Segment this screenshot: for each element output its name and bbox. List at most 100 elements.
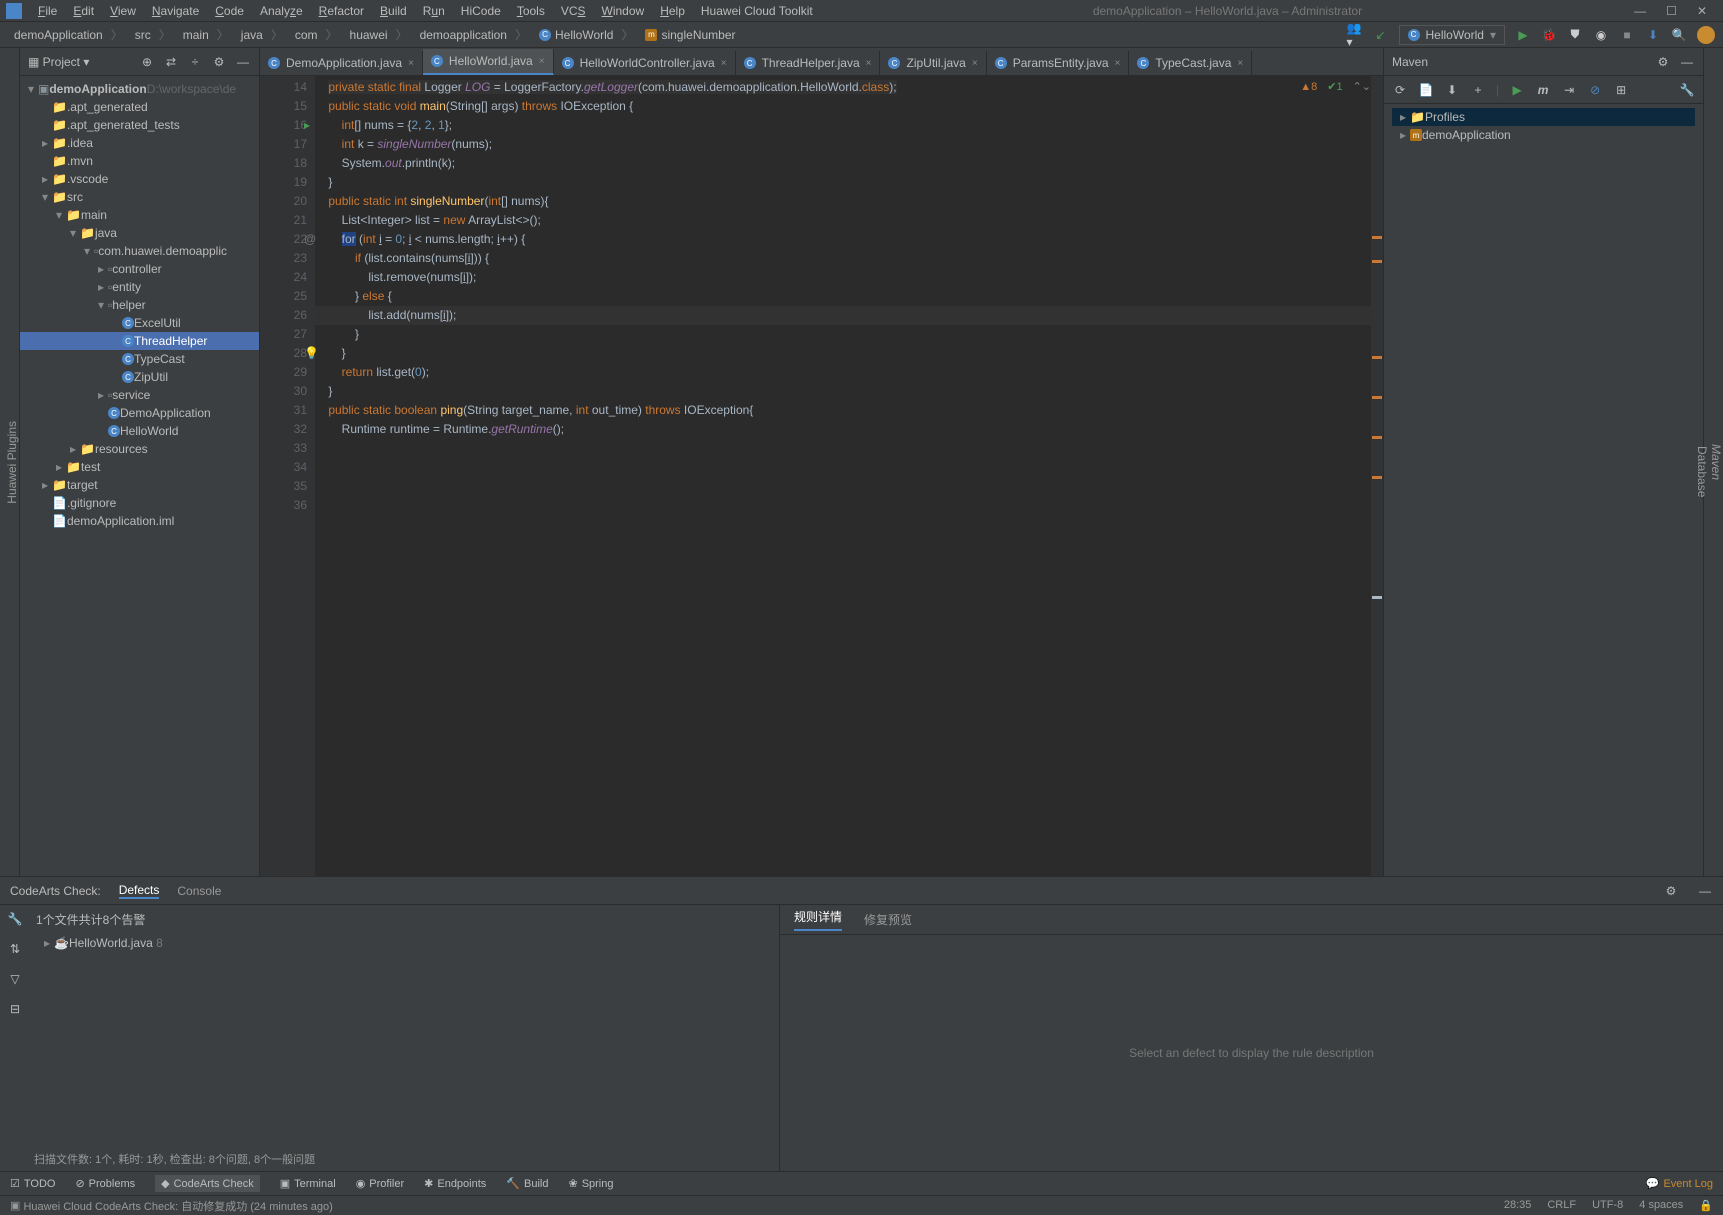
tab-DemoApplication.java[interactable]: CDemoApplication.java×	[260, 51, 423, 75]
maven-hide-icon[interactable]: —	[1679, 54, 1695, 70]
tool-codearts[interactable]: ◆ CodeArts Check	[155, 1175, 260, 1192]
tab-HelloWorldController.java[interactable]: CHelloWorldController.java×	[554, 51, 736, 75]
tree-service[interactable]: ▸▫ service	[20, 386, 259, 404]
menu-run[interactable]: Run	[415, 4, 453, 18]
vcs-update-icon[interactable]: ⬇	[1645, 27, 1661, 43]
tree-test[interactable]: ▸📁 test	[20, 458, 259, 476]
indent[interactable]: 4 spaces	[1639, 1199, 1683, 1212]
run-button[interactable]: ▶	[1515, 27, 1531, 43]
tool-todo[interactable]: ☑ TODO	[10, 1177, 55, 1190]
tree-.idea[interactable]: ▸📁 .idea	[20, 134, 259, 152]
maven-settings-icon[interactable]: ⚙	[1655, 54, 1671, 70]
crumb-huawei[interactable]: huawei〉	[344, 26, 414, 43]
tree-entity[interactable]: ▸▫ entity	[20, 278, 259, 296]
filter-icon[interactable]: ⇅	[7, 941, 23, 957]
profile-button[interactable]: ◉	[1593, 27, 1609, 43]
crumb-singleNumber[interactable]: m singleNumber	[639, 28, 741, 42]
maven-app-node[interactable]: ▸m demoApplication	[1392, 126, 1695, 144]
expand-icon[interactable]: ⇄	[163, 54, 179, 70]
minimize-button[interactable]: —	[1634, 4, 1646, 18]
coverage-button[interactable]: ⛊	[1567, 27, 1583, 43]
tool-problems[interactable]: ⊘ Problems	[75, 1177, 135, 1190]
tree-TypeCast[interactable]: C TypeCast	[20, 350, 259, 368]
menu-build[interactable]: Build	[372, 4, 415, 18]
tab-defects[interactable]: Defects	[119, 883, 160, 899]
maven-deps-icon[interactable]: ⊞	[1613, 82, 1629, 98]
tree-ThreadHelper[interactable]: C ThreadHelper	[20, 332, 259, 350]
tree-.vscode[interactable]: ▸📁 .vscode	[20, 170, 259, 188]
event-log[interactable]: 💬 Event Log	[1646, 1177, 1713, 1190]
tree-root[interactable]: ▾▣ demoApplication D:\workspace\de	[20, 80, 259, 98]
line-gutter[interactable]: 141516▸171819202122@232425262728💡2930313…	[260, 76, 315, 876]
maven-exec-icon[interactable]: m	[1535, 82, 1551, 98]
menu-help[interactable]: Help	[652, 4, 693, 18]
settings-icon[interactable]: ⚙	[211, 54, 227, 70]
tool-huawei-plugins[interactable]: Huawei Plugins	[5, 421, 19, 504]
rerun-icon[interactable]: 🔧	[7, 911, 23, 927]
run-config-selector[interactable]: CHelloWorld▾	[1399, 25, 1506, 45]
crumb-java[interactable]: java〉	[235, 26, 289, 43]
tree-ExcelUtil[interactable]: C ExcelUtil	[20, 314, 259, 332]
tab-HelloWorld.java[interactable]: CHelloWorld.java×	[423, 49, 554, 75]
menu-tools[interactable]: Tools	[509, 4, 553, 18]
tree-.apt_generated_tests[interactable]: 📁 .apt_generated_tests	[20, 116, 259, 134]
tree-.gitignore[interactable]: 📄 .gitignore	[20, 494, 259, 512]
tree-HelloWorld[interactable]: C HelloWorld	[20, 422, 259, 440]
maven-profiles-node[interactable]: ▸📁 Profiles	[1392, 108, 1695, 126]
tab-TypeCast.java[interactable]: CTypeCast.java×	[1129, 51, 1252, 75]
tree-controller[interactable]: ▸▫ controller	[20, 260, 259, 278]
tree-target[interactable]: ▸📁 target	[20, 476, 259, 494]
tree-ZipUtil[interactable]: C ZipUtil	[20, 368, 259, 386]
crumb-main[interactable]: main〉	[177, 26, 235, 43]
maven-add-icon[interactable]: +	[1470, 82, 1486, 98]
encoding[interactable]: UTF-8	[1592, 1199, 1623, 1212]
menu-file[interactable]: File	[30, 4, 65, 18]
crumb-com[interactable]: com〉	[289, 26, 344, 43]
locate-icon[interactable]: ⊕	[139, 54, 155, 70]
debug-button[interactable]: 🐞	[1541, 27, 1557, 43]
maven-skip-icon[interactable]: ⇥	[1561, 82, 1577, 98]
tab-ZipUtil.java[interactable]: CZipUtil.java×	[880, 51, 986, 75]
maven-generate-icon[interactable]: 📄	[1418, 82, 1434, 98]
funnel-icon[interactable]: ▽	[7, 971, 23, 987]
panel-hide-icon[interactable]: —	[1697, 883, 1713, 899]
tab-console[interactable]: Console	[177, 884, 221, 898]
marker-strip[interactable]	[1371, 76, 1383, 876]
tree-.mvn[interactable]: 📁 .mvn	[20, 152, 259, 170]
tree-DemoApplication[interactable]: C DemoApplication	[20, 404, 259, 422]
menu-view[interactable]: View	[102, 4, 144, 18]
users-icon[interactable]: 👥▾	[1347, 27, 1363, 43]
maven-download-icon[interactable]: ⬇	[1444, 82, 1460, 98]
menu-huawei[interactable]: Huawei Cloud Toolkit	[693, 4, 821, 18]
maven-run-icon[interactable]: ▶	[1509, 82, 1525, 98]
tool-database[interactable]: Database	[1695, 446, 1709, 497]
defects-file-node[interactable]: ▸☕ HelloWorld.java 8	[36, 934, 773, 952]
tree-src[interactable]: ▾📁 src	[20, 188, 259, 206]
tool-build[interactable]: 🔨 Build	[506, 1177, 548, 1190]
stop-button[interactable]: ■	[1619, 27, 1635, 43]
tool-profiler[interactable]: ◉ Profiler	[356, 1177, 404, 1190]
menu-window[interactable]: Window	[594, 4, 653, 18]
tree-resources[interactable]: ▸📁 resources	[20, 440, 259, 458]
tool-terminal[interactable]: ▣ Terminal	[280, 1177, 336, 1190]
tab-ThreadHelper.java[interactable]: CThreadHelper.java×	[736, 51, 881, 75]
maximize-button[interactable]: ☐	[1666, 4, 1677, 18]
tool-endpoints[interactable]: ✱ Endpoints	[424, 1177, 486, 1190]
hide-panel-icon[interactable]: —	[235, 54, 251, 70]
maven-reload-icon[interactable]: ⟳	[1392, 82, 1408, 98]
menu-hicode[interactable]: HiCode	[453, 4, 509, 18]
tool-maven[interactable]: Maven	[1709, 444, 1723, 480]
tree-main[interactable]: ▾📁 main	[20, 206, 259, 224]
readonly-icon[interactable]: 🔒	[1699, 1199, 1713, 1212]
crumb-demoApplication[interactable]: demoApplication〉	[8, 26, 129, 43]
tree-.apt_generated[interactable]: 📁 .apt_generated	[20, 98, 259, 116]
sync-icon[interactable]: ↙	[1373, 27, 1389, 43]
line-sep[interactable]: CRLF	[1547, 1199, 1576, 1212]
menu-analyze[interactable]: Analyze	[252, 4, 311, 18]
tree-demoApplication.iml[interactable]: 📄 demoApplication.iml	[20, 512, 259, 530]
avatar-icon[interactable]	[1697, 26, 1715, 44]
caret-pos[interactable]: 28:35	[1504, 1199, 1532, 1212]
tab-ParamsEntity.java[interactable]: CParamsEntity.java×	[987, 51, 1130, 75]
find-icon[interactable]: 🔍	[1671, 27, 1687, 43]
menu-edit[interactable]: Edit	[65, 4, 102, 18]
